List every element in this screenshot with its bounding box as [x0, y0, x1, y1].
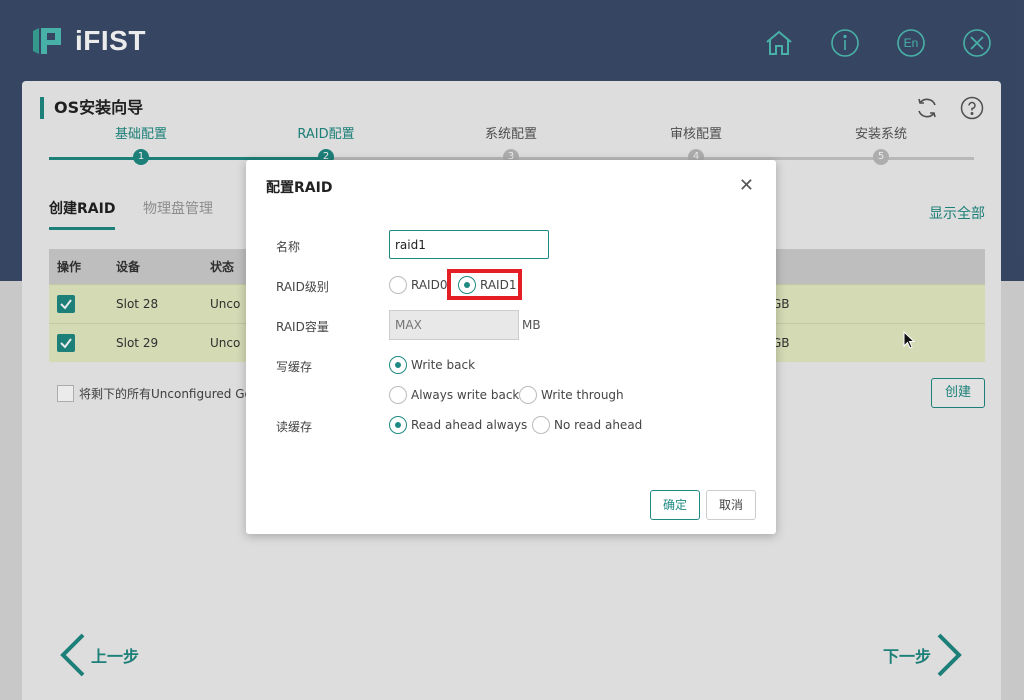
read-cache-no-read-ahead[interactable]: No read ahead [532, 416, 642, 434]
raid-level-label: RAID级别 [276, 280, 329, 294]
write-cache-write-back[interactable]: Write back [389, 356, 475, 374]
annotation-highlight-box [447, 269, 522, 300]
raid-capacity-input[interactable] [389, 310, 519, 340]
read-cache-read-ahead-always[interactable]: Read ahead always [389, 416, 527, 434]
write-cache-always-write-back[interactable]: Always write back [389, 386, 519, 404]
cancel-button[interactable]: 取消 [706, 490, 756, 520]
radio-unselected [519, 386, 537, 404]
write-cache-write-through[interactable]: Write through [519, 386, 624, 404]
confirm-button[interactable]: 确定 [650, 490, 700, 520]
raid-name-input[interactable] [389, 230, 549, 259]
dialog-close-icon[interactable]: ✕ [739, 177, 754, 195]
radio-selected [389, 416, 407, 434]
read-cache-label: 读缓存 [276, 420, 313, 434]
write-cache-label: 写缓存 [276, 360, 313, 374]
name-label: 名称 [276, 240, 301, 254]
mouse-cursor-icon [903, 331, 915, 349]
capacity-unit: MB [522, 318, 541, 332]
configure-raid-dialog: 配置RAID ✕ 名称 RAID级别 RAID0 RAID1 RAID容量 MB… [246, 160, 776, 534]
raid-level-raid0[interactable]: RAID0 [389, 276, 447, 294]
radio-unselected [532, 416, 550, 434]
radio-selected [389, 356, 407, 374]
radio-unselected [389, 386, 407, 404]
dialog-title: 配置RAID [266, 180, 333, 196]
radio-unselected [389, 276, 407, 294]
raid-capacity-label: RAID容量 [276, 320, 329, 334]
